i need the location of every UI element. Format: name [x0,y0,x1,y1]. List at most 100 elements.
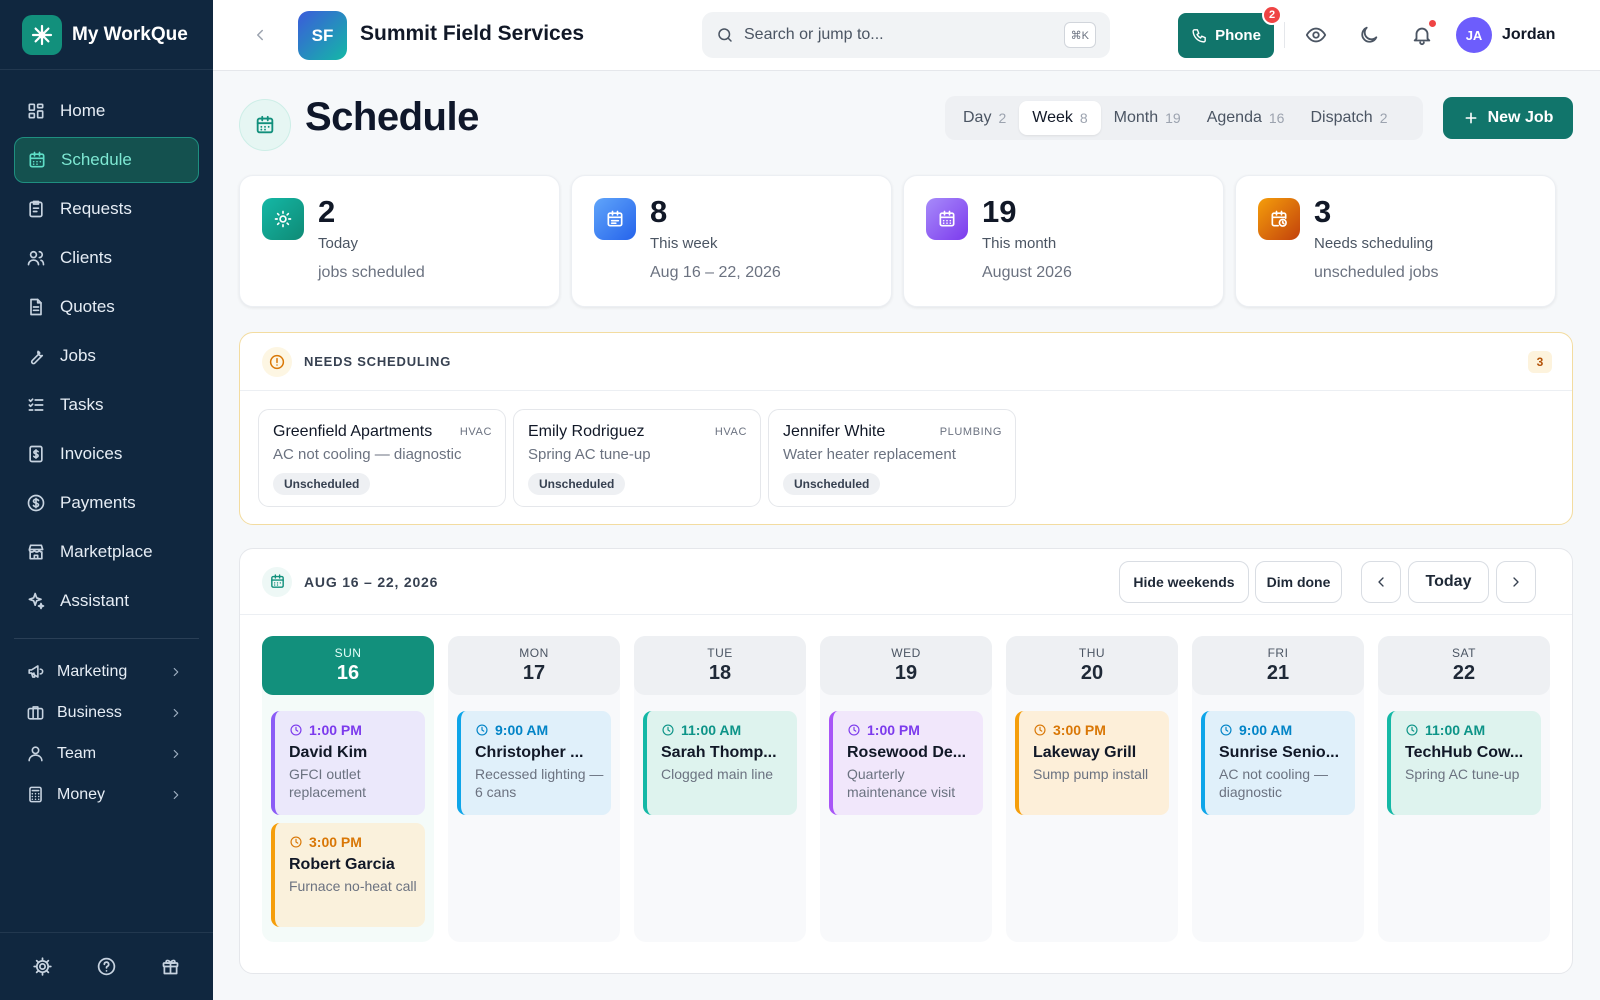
day-header[interactable]: WED 19 [820,636,992,695]
chevron-right-icon [173,708,179,717]
job-card[interactable]: 3:00 PM Lakeway Grill Sump pump install [1015,711,1169,815]
day-header[interactable]: TUE 18 [634,636,806,695]
day-column-fri[interactable]: FRI 21 9:00 AM Sunrise Senio... AC not cooli… [1192,636,1364,942]
help-icon[interactable] [96,956,117,977]
day-header[interactable]: FRI 21 [1192,636,1364,695]
unscheduled-job-card[interactable]: Jennifer White PLUMBING Water heater rep… [768,409,1016,507]
job-description: Recessed lighting — 6 cans [475,766,604,800]
sidebar-item-schedule[interactable]: Schedule [14,137,199,183]
next-week-button[interactable] [1496,561,1536,603]
stat-card-this-month[interactable]: 19 This month August 2026 [903,175,1224,307]
day-name: SUN [334,646,362,660]
today-button[interactable]: Today [1408,561,1489,603]
dim-done-button[interactable]: Dim done [1255,561,1342,603]
sidebar-item-label: Home [60,101,106,120]
app-name: My WorkQue [72,23,188,45]
phone-button[interactable]: Phone [1178,13,1274,58]
day-header[interactable]: SUN 16 [262,636,434,695]
day-column-sat[interactable]: SAT 22 11:00 AM TechHub Cow... Spring AC tun… [1378,636,1550,942]
gear-icon[interactable] [32,956,53,977]
gift-icon[interactable] [160,956,181,977]
sidebar-item-assistant[interactable]: Assistant [14,578,199,624]
sidebar-group-money[interactable]: Money [14,774,199,815]
day-column-mon[interactable]: MON 17 9:00 AM Christopher ... Recessed ligh… [448,636,620,942]
clock-icon [1406,724,1418,736]
sidebar-item-marketplace[interactable]: Marketplace [14,529,199,575]
sidebar-item-invoices[interactable]: Invoices [14,431,199,477]
sidebar-item-requests[interactable]: Requests [14,186,199,232]
job-card[interactable]: 1:00 PM Rosewood De... Quarterly maintenan… [829,711,983,815]
tab-month[interactable]: Month 19 [1101,101,1194,135]
job-trade: HVAC [459,426,492,438]
sidebar: My WorkQue Home Schedule Requests Client… [0,0,213,1000]
needs-scheduling-count: 3 [1528,351,1552,373]
clock-icon [848,724,860,736]
job-card[interactable]: 3:00 PM Robert Garcia Furnace no-heat call [271,823,425,927]
sidebar-item-tasks[interactable]: Tasks [14,382,199,428]
sidebar-group-marketing[interactable]: Marketing [14,651,199,692]
tab-label: Agenda [1206,109,1262,126]
job-time: 11:00 AM [661,722,797,738]
day-header[interactable]: MON 17 [448,636,620,695]
phone-badge: 2 [1262,5,1282,25]
sidebar-item-label: Quotes [60,297,115,316]
eye-icon[interactable] [1305,24,1327,46]
workque-logo-icon [22,14,62,55]
job-card[interactable]: 1:00 PM David Kim GFCI outlet replacement [271,711,425,815]
search-icon [718,28,732,42]
hide-weekends-button[interactable]: Hide weekends [1119,561,1249,603]
day-name: FRI [1267,646,1289,660]
sidebar-group-business[interactable]: Business [14,692,199,733]
calendar-range: AUG 16 – 22, 2026 [304,573,439,590]
job-client: Christopher ... [475,744,584,761]
stat-card-needs-scheduling[interactable]: 3 Needs scheduling unscheduled jobs [1235,175,1556,307]
brand[interactable]: My WorkQue [0,0,213,70]
moon-icon[interactable] [1358,24,1380,46]
org-name[interactable]: Summit Field Services [360,22,584,46]
tab-agenda[interactable]: Agenda 16 [1194,101,1298,135]
job-time: 3:00 PM [289,834,425,850]
chevron-right-icon [173,790,179,799]
sidebar-item-home[interactable]: Home [14,88,199,134]
tab-week[interactable]: Week 8 [1019,101,1101,135]
job-card[interactable]: 9:00 AM Sunrise Senio... AC not cooling — … [1201,711,1355,815]
sidebar-group-label: Money [57,785,106,803]
day-header[interactable]: SAT 22 [1378,636,1550,695]
org-avatar[interactable]: SF [298,11,347,60]
stat-card-this-week[interactable]: 8 This week Aug 16 – 22, 2026 [571,175,892,307]
tab-count: 8 [1079,110,1088,126]
day-column-tue[interactable]: TUE 18 11:00 AM Sarah Thomp... Clogged main … [634,636,806,942]
tab-dispatch[interactable]: Dispatch 2 [1297,101,1400,135]
previous-week-button[interactable] [1361,561,1401,603]
job-card[interactable]: 11:00 AM Sarah Thomp... Clogged main line [643,711,797,815]
unscheduled-job-card[interactable]: Emily Rodriguez HVAC Spring AC tune-up U… [513,409,761,507]
topbar-divider [1284,22,1285,48]
day-column-sun[interactable]: SUN 16 1:00 PM David Kim GFCI outlet replace… [262,636,434,942]
calculator-icon [29,786,42,803]
chevron-left-icon[interactable] [251,26,269,44]
job-card[interactable]: 9:00 AM Christopher ... Recessed lighting … [457,711,611,815]
job-time: 1:00 PM [847,722,983,738]
stat-sub: August 2026 [982,264,1072,281]
chevron-right-icon [1513,577,1519,587]
job-card[interactable]: 11:00 AM TechHub Cow... Spring AC tune-up [1387,711,1541,815]
stat-card-today[interactable]: 2 Today jobs scheduled [239,175,560,307]
new-job-button[interactable]: New Job [1443,97,1573,139]
calendar-icon [262,566,292,597]
sidebar-item-payments[interactable]: Payments [14,480,199,526]
user-name[interactable]: Jordan [1502,26,1555,44]
sidebar-item-clients[interactable]: Clients [14,235,199,281]
avatar[interactable]: JA [1456,17,1492,53]
day-header[interactable]: THU 20 [1006,636,1178,695]
tab-day[interactable]: Day 2 [950,101,1019,135]
sidebar-item-quotes[interactable]: Quotes [14,284,199,330]
day-column-thu[interactable]: THU 20 3:00 PM Lakeway Grill Sump pump insta… [1006,636,1178,942]
search-input[interactable]: Search or jump to... ⌘K [702,12,1110,58]
clock-icon [1034,724,1046,736]
day-column-wed[interactable]: WED 19 1:00 PM Rosewood De... Quarterly main… [820,636,992,942]
sidebar-item-label: Invoices [60,444,123,463]
sidebar-item-jobs[interactable]: Jobs [14,333,199,379]
phone-icon [1192,29,1206,43]
sidebar-group-team[interactable]: Team [14,733,199,774]
unscheduled-job-card[interactable]: Greenfield Apartments HVAC AC not coolin… [258,409,506,507]
